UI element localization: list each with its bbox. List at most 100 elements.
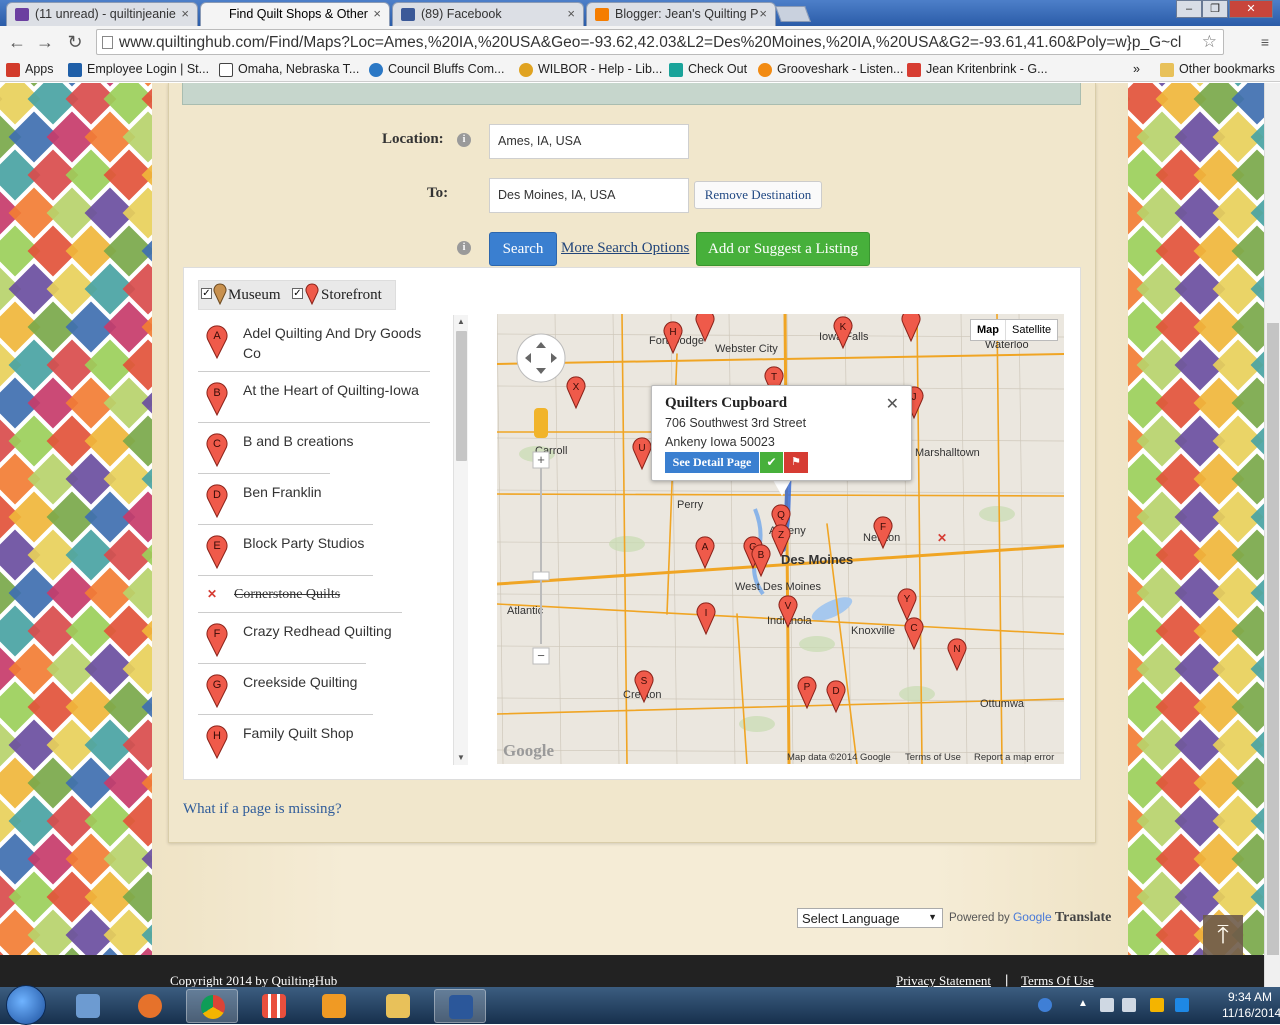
listing-item[interactable]: C B and B creations bbox=[198, 423, 438, 474]
listing-item[interactable]: D Ben Franklin bbox=[198, 474, 438, 525]
map-type-satellite-button[interactable]: Satellite bbox=[1005, 320, 1057, 340]
map-pin-P[interactable]: P bbox=[797, 676, 817, 710]
bookmark-grooveshark[interactable]: Grooveshark - Listen... bbox=[758, 62, 903, 77]
tab-blogger[interactable]: Blogger: Jean's Quilting P × bbox=[586, 2, 776, 26]
back-to-top-icon[interactable]: ⤒ bbox=[1203, 915, 1243, 955]
system-clock[interactable]: 9:34 AM 11/16/2014 bbox=[1222, 989, 1280, 1021]
listing-item[interactable]: H Family Quilt Shop bbox=[198, 715, 438, 765]
storefront-checkbox[interactable]: ✓ bbox=[292, 288, 303, 299]
closed-marker-icon[interactable]: ✕ bbox=[937, 531, 947, 545]
back-arrow-icon[interactable]: ← bbox=[6, 31, 28, 53]
map-type-map-button[interactable]: Map bbox=[971, 320, 1005, 340]
bookmark-check-out[interactable]: Check Out bbox=[669, 62, 747, 77]
close-icon[interactable]: × bbox=[759, 6, 767, 21]
flag-icon[interactable]: ⚑ bbox=[784, 452, 808, 473]
map-canvas[interactable]: Fort DodgeWebster CityIowa FallsWaterloo… bbox=[497, 314, 1064, 764]
pegman-icon[interactable] bbox=[534, 408, 548, 438]
taskbar-word[interactable] bbox=[434, 989, 486, 1023]
search-button[interactable]: Search bbox=[489, 232, 557, 266]
map-pin-A[interactable]: A bbox=[695, 536, 715, 570]
bookmark-google-plus[interactable]: Jean Kritenbrink - G... bbox=[907, 62, 1048, 77]
listing-name[interactable]: B and B creations bbox=[243, 431, 438, 451]
missing-page-link[interactable]: What if a page is missing? bbox=[183, 801, 342, 818]
destination-input[interactable]: Des Moines, IA, USA bbox=[489, 178, 689, 213]
listing-name[interactable]: Block Party Studios bbox=[243, 533, 438, 553]
tab-facebook[interactable]: (89) Facebook × bbox=[392, 2, 584, 26]
address-bar[interactable]: www.quiltinghub.com/Find/Maps?Loc=Ames,%… bbox=[96, 29, 1224, 55]
dropbox-icon[interactable] bbox=[1175, 998, 1189, 1012]
scroll-down-arrow[interactable]: ▼ bbox=[457, 753, 465, 762]
minimize-button[interactable]: – bbox=[1176, 0, 1202, 18]
remove-destination-button[interactable]: Remove Destination bbox=[694, 181, 822, 209]
scroll-thumb[interactable] bbox=[456, 331, 467, 461]
forward-arrow-icon[interactable]: → bbox=[34, 31, 56, 53]
close-icon[interactable]: × bbox=[373, 6, 381, 21]
google-drive-icon[interactable] bbox=[1150, 998, 1164, 1012]
taskbar-explorer[interactable] bbox=[372, 989, 424, 1023]
bookmark-star-icon[interactable]: ☆ bbox=[1202, 32, 1217, 52]
close-icon[interactable]: × bbox=[567, 6, 575, 21]
close-icon[interactable]: × bbox=[181, 6, 189, 21]
new-tab-button[interactable] bbox=[775, 6, 811, 22]
taskbar-photos[interactable] bbox=[62, 989, 114, 1023]
taskbar-apps[interactable] bbox=[248, 989, 300, 1023]
listing-item[interactable]: B At the Heart of Quilting-Iowa bbox=[198, 372, 438, 423]
listing-name[interactable]: Crazy Redhead Quilting bbox=[243, 621, 438, 641]
listing-item[interactable]: G Creekside Quilting bbox=[198, 664, 438, 715]
bookmark-omaha[interactable]: Omaha, Nebraska T... bbox=[219, 62, 359, 77]
page-scroll-thumb[interactable] bbox=[1267, 323, 1279, 955]
bookmark-wilbor[interactable]: WILBOR - Help - Lib... bbox=[519, 62, 662, 77]
map-pin-K[interactable]: K bbox=[833, 316, 853, 350]
close-icon[interactable]: ✕ bbox=[886, 394, 899, 414]
tab-gmail[interactable]: (11 unread) - quiltinjeanie × bbox=[6, 2, 198, 26]
pan-control[interactable] bbox=[516, 333, 566, 383]
more-bookmarks-chevron[interactable]: » bbox=[1133, 62, 1140, 76]
report-map-error-link[interactable]: Report a map error bbox=[974, 752, 1054, 763]
museum-checkbox[interactable]: ✓ bbox=[201, 288, 212, 299]
tab-quiltinghub[interactable]: Find Quilt Shops & Other × bbox=[200, 2, 390, 26]
window-close-button[interactable]: ✕ bbox=[1229, 0, 1273, 18]
listing-name[interactable]: Cornerstone Quilts bbox=[234, 585, 429, 605]
scroll-up-arrow[interactable]: ▲ bbox=[457, 317, 465, 326]
listing-item[interactable]: F Crazy Redhead Quilting bbox=[198, 613, 438, 664]
taskbar-chrome[interactable] bbox=[186, 989, 238, 1023]
add-listing-button[interactable]: Add or Suggest a Listing bbox=[696, 232, 870, 266]
bookmark-apps[interactable]: Apps bbox=[6, 62, 54, 77]
reload-icon[interactable]: ↻ bbox=[64, 31, 86, 53]
map-pin-H[interactable]: H bbox=[663, 321, 683, 355]
help-tray-icon[interactable] bbox=[1038, 998, 1052, 1012]
start-button[interactable] bbox=[6, 985, 46, 1025]
map-pin-D[interactable]: D bbox=[826, 680, 846, 714]
listing-name[interactable]: Family Quilt Shop bbox=[243, 723, 438, 743]
bookmark-council-bluffs[interactable]: Council Bluffs Com... bbox=[369, 62, 504, 77]
location-input[interactable]: Ames, IA, USA bbox=[489, 124, 689, 159]
taskbar-firefox[interactable] bbox=[124, 989, 176, 1023]
listing-item[interactable]: ✕ Cornerstone Quilts bbox=[198, 576, 438, 613]
language-select[interactable]: Select Language ▼ bbox=[797, 908, 943, 928]
volume-icon[interactable] bbox=[1122, 998, 1136, 1012]
listing-name[interactable]: At the Heart of Quilting-Iowa bbox=[243, 380, 438, 400]
bookmark-employee-login[interactable]: Employee Login | St... bbox=[68, 62, 209, 77]
map-terms-link[interactable]: Terms of Use bbox=[905, 752, 961, 763]
page-scrollbar[interactable] bbox=[1264, 83, 1280, 987]
map-pin-Y[interactable]: Y bbox=[897, 588, 917, 622]
zoom-slider-handle[interactable] bbox=[532, 571, 550, 581]
taskbar-media-player[interactable] bbox=[308, 989, 360, 1023]
see-detail-page-button[interactable]: See Detail Page bbox=[665, 452, 759, 473]
listing-name[interactable]: Creekside Quilting bbox=[243, 672, 438, 692]
check-icon[interactable]: ✔ bbox=[760, 452, 783, 473]
listing-name[interactable]: Ben Franklin bbox=[243, 482, 438, 502]
map-pin-X[interactable]: X bbox=[566, 376, 586, 410]
maximize-button[interactable]: ❐ bbox=[1202, 0, 1228, 18]
other-bookmarks[interactable]: Other bookmarks bbox=[1160, 62, 1275, 77]
info-icon[interactable]: i bbox=[457, 133, 471, 147]
listing-item[interactable]: A Adel Quilting And Dry Goods Co bbox=[198, 315, 438, 372]
show-hidden-icons[interactable]: ▲ bbox=[1078, 998, 1092, 1012]
map-pin-U[interactable]: U bbox=[632, 437, 652, 471]
listing-item[interactable]: E Block Party Studios bbox=[198, 525, 438, 576]
network-icon[interactable] bbox=[1100, 998, 1114, 1012]
chrome-menu-icon[interactable]: ≡ bbox=[1254, 31, 1276, 53]
more-search-options-link[interactable]: More Search Options bbox=[561, 240, 689, 257]
map-pin-N[interactable]: N bbox=[947, 638, 967, 672]
map-pin-I[interactable]: I bbox=[696, 602, 716, 636]
